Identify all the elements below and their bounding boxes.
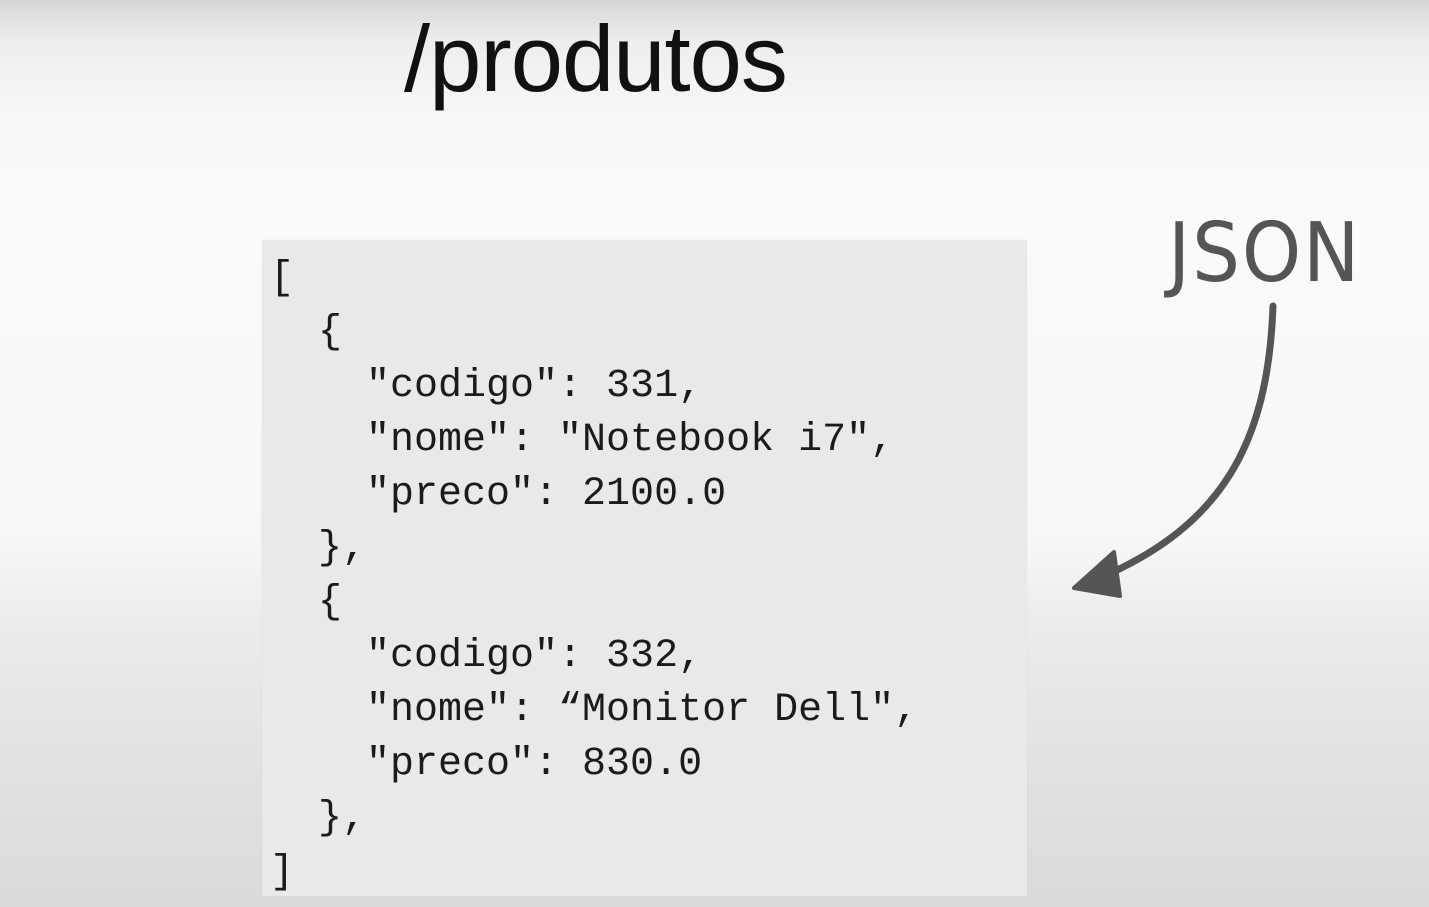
code-line: }, bbox=[270, 796, 367, 841]
page-title: /produtos bbox=[404, 6, 788, 111]
code-line: "nome": “Monitor Dell", bbox=[270, 688, 919, 733]
curved-arrow-icon bbox=[1072, 302, 1277, 598]
code-line: [ bbox=[270, 256, 295, 301]
code-line: "codigo": 332, bbox=[270, 634, 703, 679]
code-line: "nome": "Notebook i7", bbox=[270, 418, 895, 463]
code-line: ] bbox=[270, 850, 295, 895]
json-code-block: [ { "codigo": 331, "nome": "Notebook i7"… bbox=[262, 240, 1027, 896]
code-line: "preco": 830.0 bbox=[270, 742, 703, 787]
code-line: }, bbox=[270, 526, 367, 571]
code-line: { bbox=[270, 310, 343, 355]
json-annotation-label: JSON bbox=[1168, 206, 1362, 301]
code-line: { bbox=[270, 580, 343, 625]
code-line: "codigo": 331, bbox=[270, 364, 703, 409]
code-line: "preco": 2100.0 bbox=[270, 472, 727, 517]
